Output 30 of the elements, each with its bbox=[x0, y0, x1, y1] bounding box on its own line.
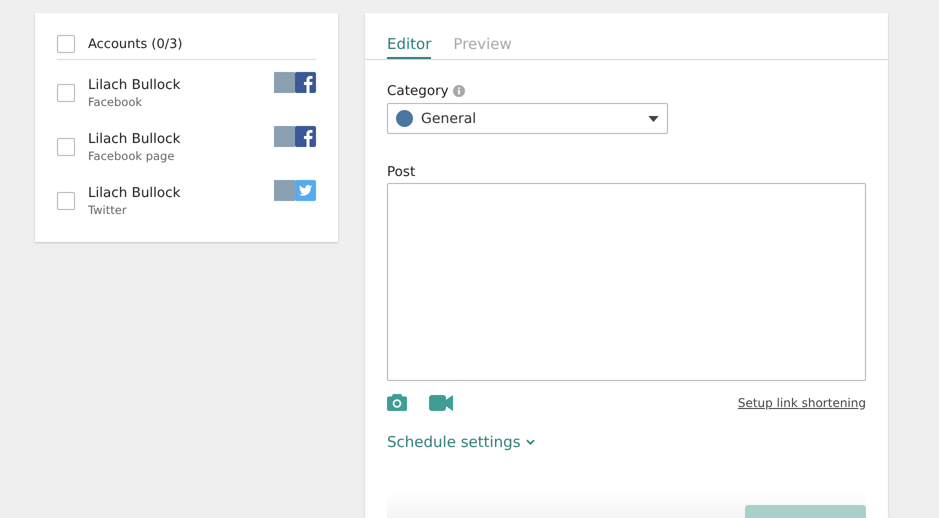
bird-logo-icon bbox=[295, 180, 316, 201]
photo-placeholder bbox=[274, 72, 295, 93]
camera-icon[interactable] bbox=[387, 394, 407, 411]
account-name: Lilach Bullock bbox=[88, 130, 182, 148]
video-camera-icon[interactable] bbox=[429, 394, 453, 410]
checkbox[interactable] bbox=[57, 138, 75, 156]
chevron-down-icon bbox=[526, 439, 535, 445]
field-label: Category bbox=[387, 83, 449, 99]
accounts-header: Accounts (0/3) bbox=[88, 36, 182, 52]
field-label: Post bbox=[387, 164, 416, 180]
checkbox[interactable] bbox=[57, 35, 75, 53]
facebook-logo-icon bbox=[295, 72, 316, 93]
photo-placeholder bbox=[274, 180, 295, 201]
account-network: Facebook page bbox=[88, 148, 176, 164]
caret-icon bbox=[648, 116, 659, 122]
checkbox[interactable] bbox=[57, 84, 75, 102]
account-name: Lilach Bullock bbox=[88, 184, 182, 202]
link-shortening-link[interactable]: Setup link shortening bbox=[738, 396, 866, 410]
account-network: Twitter bbox=[88, 202, 128, 218]
account-network: Facebook bbox=[88, 94, 144, 110]
photo-placeholder bbox=[274, 126, 295, 147]
account-name: Lilach Bullock bbox=[88, 76, 182, 94]
info-icon[interactable] bbox=[452, 85, 465, 97]
post-field[interactable] bbox=[387, 183, 866, 381]
schedule-settings-toggle[interactable]: Schedule settings bbox=[387, 433, 535, 451]
tab[interactable]: Editor bbox=[387, 35, 432, 59]
category-dot bbox=[396, 110, 413, 127]
category-dropdown[interactable]: General bbox=[387, 103, 668, 134]
facebook-logo-icon bbox=[295, 126, 316, 147]
checkbox[interactable] bbox=[57, 192, 75, 210]
